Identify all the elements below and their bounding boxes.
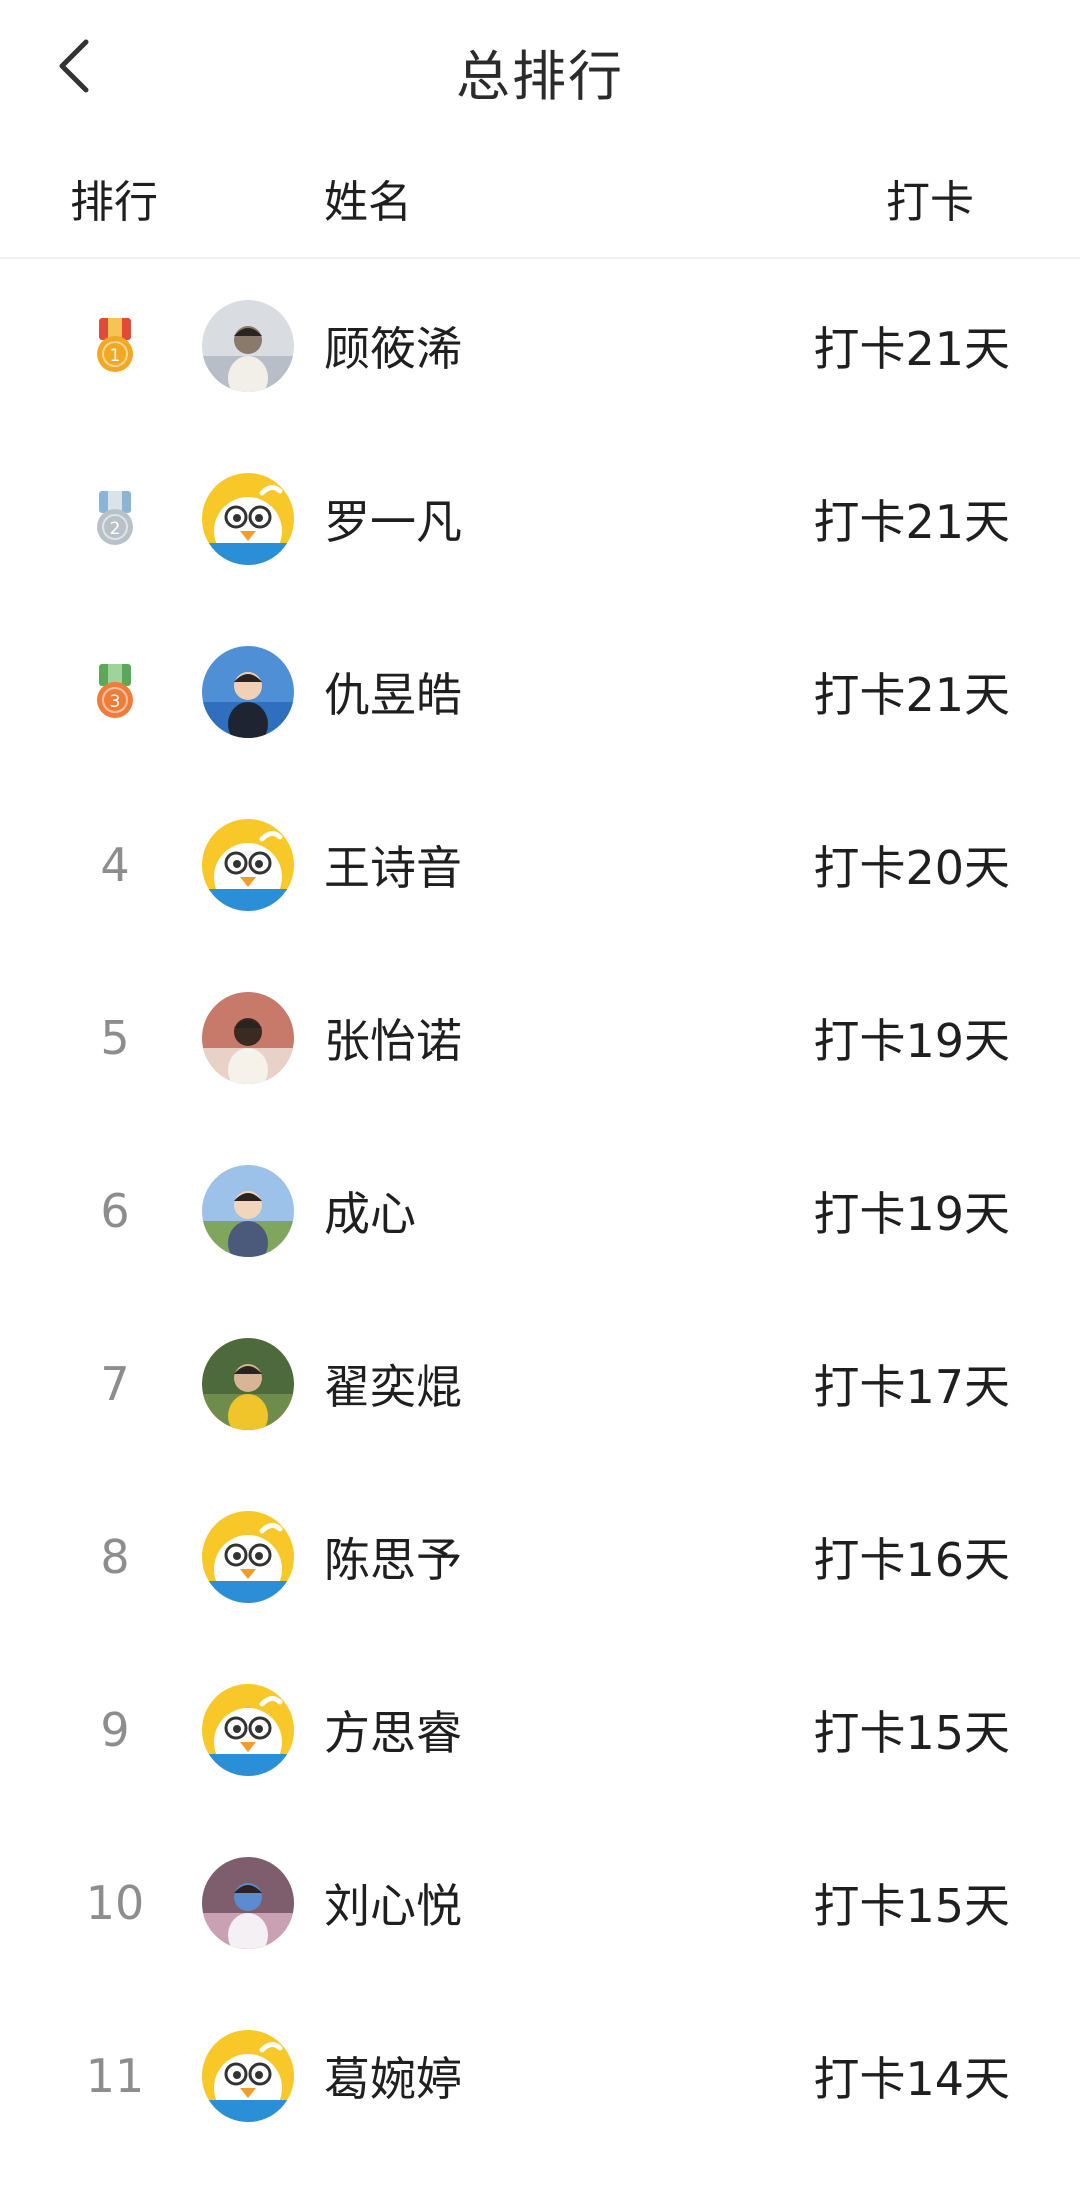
svg-text:1: 1 xyxy=(110,346,121,366)
checkin-count: 打卡21天 xyxy=(813,494,1010,549)
student-name: 王诗音 xyxy=(324,840,462,895)
student-name: 张怡诺 xyxy=(324,1013,462,1068)
checkin-count: 打卡16天 xyxy=(813,1532,1010,1587)
rank-number: 8 xyxy=(100,1529,130,1584)
ranking-row[interactable]: 1 顾筱浠 打卡21天 xyxy=(0,259,1080,432)
avatar xyxy=(202,1510,294,1603)
ranking-row[interactable]: 7 翟奕焜 打卡17天 xyxy=(0,1297,1080,1470)
column-header-name: 姓名 xyxy=(324,177,412,228)
checkin-count: 打卡15天 xyxy=(813,1878,1010,1933)
avatar xyxy=(202,472,294,565)
avatar xyxy=(202,1337,294,1430)
avatar xyxy=(202,645,294,738)
silver-medal-icon: 2 xyxy=(90,489,140,549)
ranking-row[interactable]: 3 仇昱皓 打卡21天 xyxy=(0,605,1080,778)
student-name: 方思睿 xyxy=(324,1705,462,1760)
student-name: 成心 xyxy=(324,1186,416,1241)
ranking-row[interactable]: 10 刘心悦 打卡15天 xyxy=(0,1816,1080,1989)
gold-medal-icon: 1 xyxy=(90,316,140,376)
bronze-medal-icon: 3 xyxy=(90,662,140,722)
student-name: 刘心悦 xyxy=(324,1878,462,1933)
avatar xyxy=(202,299,294,392)
ranking-row[interactable]: 6 成心 打卡19天 xyxy=(0,1124,1080,1297)
ranking-row[interactable]: 8 陈思予 打卡16天 xyxy=(0,1470,1080,1643)
student-name: 翟奕焜 xyxy=(324,1359,462,1414)
student-name: 葛婉婷 xyxy=(324,2051,462,2106)
ranking-row[interactable]: 9 方思睿 打卡15天 xyxy=(0,1643,1080,1816)
ranking-row[interactable]: 11 葛婉婷 打卡14天 xyxy=(0,1989,1080,2162)
checkin-count: 打卡21天 xyxy=(813,667,1010,722)
rank-number: 4 xyxy=(100,837,130,892)
ranking-list: 1 顾筱浠 打卡21天 2 罗一凡 打卡21天 3 仇昱皓 打卡21天 4 王诗… xyxy=(0,259,1080,2162)
student-name: 陈思予 xyxy=(324,1532,462,1587)
top-bar: 总排行 xyxy=(0,0,1080,130)
svg-text:2: 2 xyxy=(110,519,121,539)
avatar xyxy=(202,818,294,911)
column-header-rank: 排行 xyxy=(70,177,158,228)
checkin-count: 打卡15天 xyxy=(813,1705,1010,1760)
rank-number: 5 xyxy=(100,1010,130,1065)
rank-number: 6 xyxy=(100,1183,130,1238)
checkin-count: 打卡19天 xyxy=(813,1186,1010,1241)
student-name: 罗一凡 xyxy=(324,494,462,549)
checkin-count: 打卡14天 xyxy=(813,2051,1010,2106)
checkin-count: 打卡19天 xyxy=(813,1013,1010,1068)
rank-number: 10 xyxy=(85,1875,145,1930)
checkin-count: 打卡21天 xyxy=(813,321,1010,376)
page-title: 总排行 xyxy=(456,45,624,108)
avatar xyxy=(202,1856,294,1949)
svg-text:3: 3 xyxy=(110,692,121,712)
avatar xyxy=(202,1683,294,1776)
ranking-row[interactable]: 2 罗一凡 打卡21天 xyxy=(0,432,1080,605)
avatar xyxy=(202,2029,294,2122)
ranking-row[interactable]: 5 张怡诺 打卡19天 xyxy=(0,951,1080,1124)
ranking-row[interactable]: 4 王诗音 打卡20天 xyxy=(0,778,1080,951)
checkin-count: 打卡20天 xyxy=(813,840,1010,895)
avatar xyxy=(202,991,294,1084)
avatar xyxy=(202,1164,294,1257)
student-name: 顾筱浠 xyxy=(324,321,462,376)
rank-number: 7 xyxy=(100,1356,130,1411)
rank-number: 9 xyxy=(100,1702,130,1757)
rank-number: 11 xyxy=(85,2048,145,2103)
checkin-count: 打卡17天 xyxy=(813,1359,1010,1414)
table-header: 排行 姓名 打卡 xyxy=(0,130,1080,259)
student-name: 仇昱皓 xyxy=(324,667,462,722)
column-header-checkin: 打卡 xyxy=(886,177,974,228)
